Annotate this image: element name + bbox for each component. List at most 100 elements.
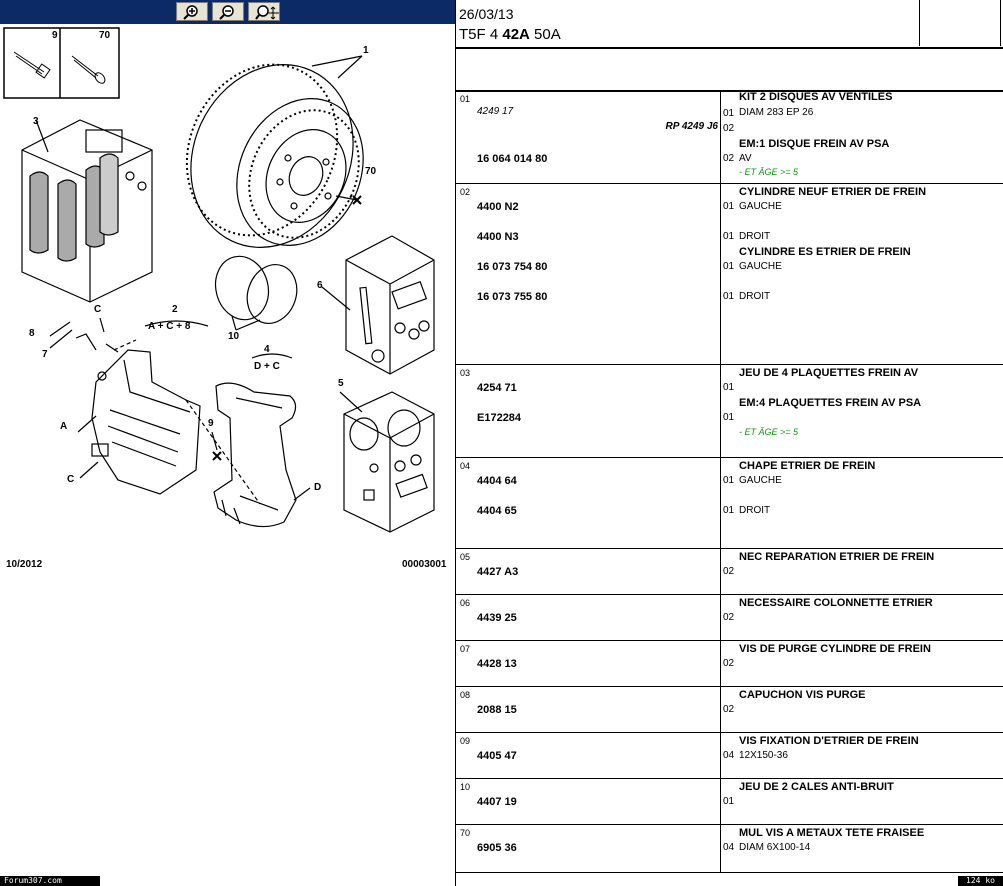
quantity: 01	[723, 412, 735, 423]
label-8: 8	[29, 328, 35, 339]
diagram-date: 10/2012	[6, 559, 43, 570]
part-reference[interactable]: 4404 64	[477, 475, 517, 487]
part-reference[interactable]: 4428 13	[477, 658, 517, 670]
parts-row[interactable]: 03 4254 71 E172284 01 JEU DE 4 PLAQUETTES FR…	[456, 365, 1003, 458]
header-date: 26/03/13	[459, 6, 514, 22]
label-c-top: C	[94, 304, 102, 315]
label-2: 2	[172, 304, 178, 315]
part-reference[interactable]: 6905 36	[477, 842, 517, 854]
part-reference[interactable]: E172284	[477, 412, 521, 424]
group-number: 04	[460, 461, 471, 471]
quantity: 01	[723, 261, 735, 272]
part-detail: DIAM 283 EP 26	[739, 107, 814, 118]
parts-row[interactable]: 01 4249 17 RP 4249 J6 16 064 014 80 01 KIT 2 …	[456, 91, 1003, 184]
parts-row[interactable]: 10 4407 19 01 JEU DE 2 CALES ANTI-BRUIT	[456, 779, 1003, 825]
parts-row[interactable]: 05 4427 A3 02 NEC REPARATION ETRIER DE FREI…	[456, 549, 1003, 595]
brake-exploded-diagram	[3, 27, 435, 533]
parts-row[interactable]: 70 6905 36 04 MUL VIS A METAUX TETE FRAISEE…	[456, 825, 1003, 873]
group-number: 02	[460, 187, 471, 197]
part-description: VIS FIXATION D'ETRIER DE FREIN	[739, 735, 919, 747]
label-c-bottom: C	[67, 474, 75, 485]
parts-ref-cell: 03 4254 71 E172284	[456, 365, 721, 457]
quantity: 01	[723, 201, 735, 212]
parts-row[interactable]: 04 4404 64 4404 65 01 CHAPE ETRIER DE FREIN G…	[456, 458, 1003, 549]
label-a: A	[60, 421, 68, 432]
zoom-out-icon	[219, 5, 234, 20]
parts-desc-cell: 02 NECESSAIRE COLONNETTE ETRIER	[721, 595, 1003, 640]
part-detail: GAUCHE	[739, 261, 782, 272]
group-number: 70	[460, 828, 471, 838]
part-reference[interactable]: 2088 15	[477, 704, 517, 716]
parts-desc-cell: 02 CAPUCHON VIS PURGE	[721, 687, 1003, 732]
part-description: EM:1 DISQUE FREIN AV PSA	[739, 138, 890, 150]
label-7: 7	[42, 349, 48, 360]
part-description: CYLINDRE ES ETRIER DE FREIN	[739, 246, 911, 258]
label-9-caliper: 9	[208, 418, 214, 429]
part-description: JEU DE 4 PLAQUETTES FREIN AV	[739, 367, 919, 379]
group-number: 03	[460, 368, 471, 378]
pads-kit	[21, 119, 153, 303]
quantity: 02	[723, 704, 735, 715]
part-description: CYLINDRE NEUF ETRIER DE FREIN	[739, 186, 927, 198]
parts-row[interactable]: 08 2088 15 02 CAPUCHON VIS PURGE	[456, 687, 1003, 733]
label-6: 6	[317, 280, 323, 291]
part-reference[interactable]: 4439 25	[477, 612, 517, 624]
rp-reference: RP 4249 J6	[665, 121, 718, 132]
parts-ref-cell: 01 4249 17 RP 4249 J6 16 064 014 80	[456, 91, 721, 183]
parts-list-panel: 26/03/13 T5F 4 42A 50A 01 4249 17 RP 4249 …	[456, 0, 1003, 886]
label-10: 10	[228, 331, 240, 342]
part-reference[interactable]: 16 073 754 80	[477, 261, 547, 273]
quantity: 01	[723, 291, 735, 302]
label-4-sub: D + C	[254, 361, 280, 372]
part-description: VIS DE PURGE CYLINDRE DE FREIN	[739, 643, 931, 655]
quantity: 01	[723, 796, 735, 807]
part-reference[interactable]: 4404 65	[477, 505, 517, 517]
zoom-pan-icon	[255, 5, 279, 20]
part-detail: DROIT	[739, 505, 771, 516]
part-reference[interactable]: 4400 N3	[477, 231, 519, 243]
part-reference[interactable]: 4249 17	[477, 106, 513, 117]
zoom-out-button[interactable]	[212, 2, 244, 21]
quantity: 01	[723, 505, 735, 516]
parts-ref-cell: 08 2088 15	[456, 687, 721, 732]
part-reference[interactable]: 4400 N2	[477, 201, 519, 213]
part-description: JEU DE 2 CALES ANTI-BRUIT	[739, 781, 894, 793]
part-detail: DROIT	[739, 291, 771, 302]
parts-row[interactable]: 02 4400 N2 4400 N3 16 073 754 80 16 073 755 …	[456, 184, 1003, 365]
parts-row[interactable]: 07 4428 13 02 VIS DE PURGE CYLINDRE DE FREI…	[456, 641, 1003, 687]
parts-ref-cell: 05 4427 A3	[456, 549, 721, 594]
quantity: 01	[723, 382, 735, 393]
repair-kit-box	[339, 391, 435, 533]
group-number: 05	[460, 552, 471, 562]
parts-row[interactable]: 06 4439 25 02 NECESSAIRE COLONNETTE ETRIER	[456, 595, 1003, 641]
header-vehicle-code: T5F 4 42A 50A	[459, 26, 561, 43]
part-detail: DIAM 6X100-14	[739, 842, 811, 853]
part-reference[interactable]: 4407 19	[477, 796, 517, 808]
part-detail: GAUCHE	[739, 475, 782, 486]
quantity: 02	[723, 153, 735, 164]
quantity: 01	[723, 108, 735, 119]
parts-row[interactable]: 09 4405 47 04 VIS FIXATION D'ETRIER DE FREI…	[456, 733, 1003, 779]
part-reference[interactable]: 4405 47	[477, 750, 517, 762]
part-description: KIT 2 DISQUES AV VENTILES	[739, 91, 893, 103]
zoom-pan-button[interactable]	[248, 2, 280, 21]
header-blank-row	[456, 47, 1003, 92]
caliper-bracket	[213, 382, 297, 528]
cylinder-kit-box	[321, 235, 435, 375]
part-reference[interactable]: 16 073 755 80	[477, 291, 547, 303]
zoom-in-button[interactable]	[176, 2, 208, 21]
parts-ref-cell: 07 4428 13	[456, 641, 721, 686]
quantity: 02	[723, 658, 735, 669]
group-number: 10	[460, 782, 471, 792]
group-number: 01	[460, 94, 471, 104]
parts-ref-cell: 06 4439 25	[456, 595, 721, 640]
quantity: 04	[723, 750, 735, 761]
part-detail: DROIT	[739, 231, 771, 242]
part-reference[interactable]: 4427 A3	[477, 566, 518, 578]
quantity: 02	[723, 612, 735, 623]
group-number: 06	[460, 598, 471, 608]
quantity: 02	[723, 566, 735, 577]
part-reference[interactable]: 16 064 014 80	[477, 153, 547, 165]
part-reference[interactable]: 4254 71	[477, 382, 517, 394]
quantity: 01	[723, 475, 735, 486]
